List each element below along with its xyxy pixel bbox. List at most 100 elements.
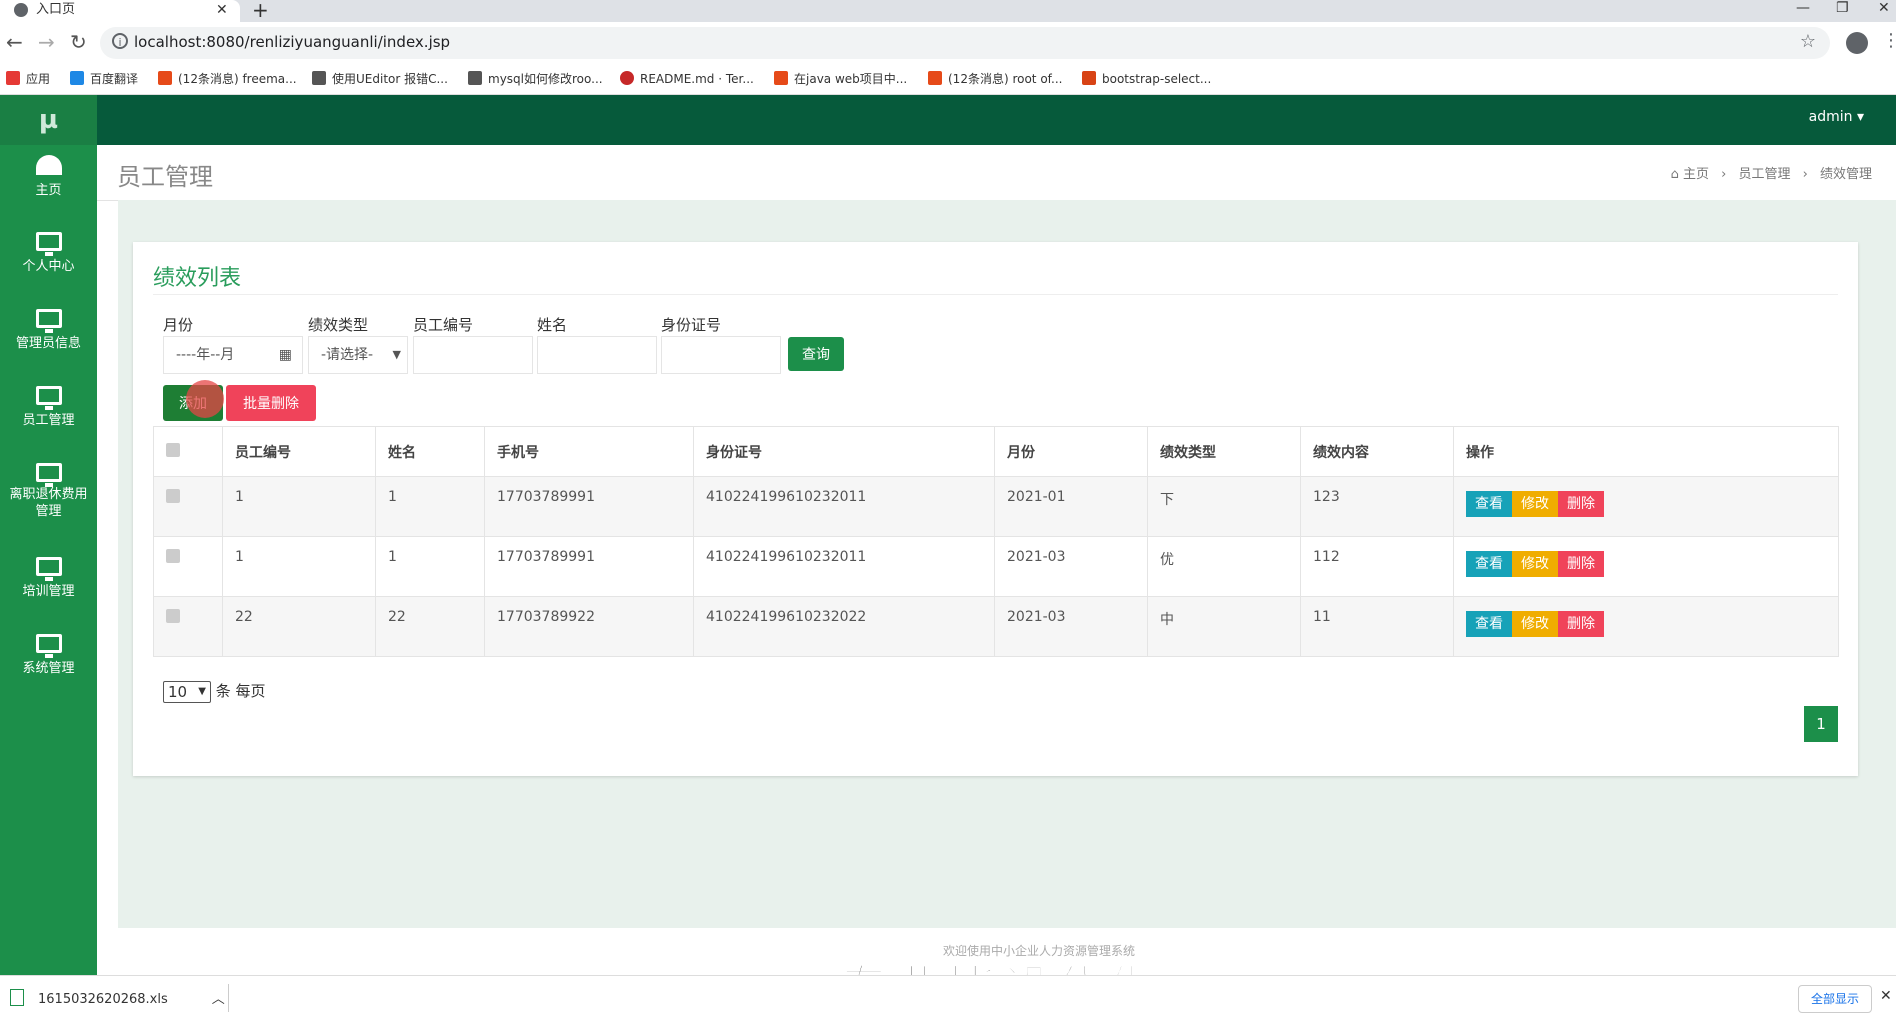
- edit-button[interactable]: 修改: [1512, 491, 1558, 517]
- bookmark-apps[interactable]: 应用: [6, 70, 50, 88]
- divider: [228, 984, 229, 1012]
- bookmark-item[interactable]: 在java web项目中...: [774, 70, 907, 88]
- chevron-down-icon: ▼: [198, 685, 206, 697]
- table-header-row: 员工编号 姓名 手机号 身份证号 月份 绩效类型 绩效内容 操作: [153, 426, 1839, 477]
- breadcrumb-employee[interactable]: 员工管理: [1738, 167, 1790, 182]
- cell-idcard: 410224199610232022: [693, 596, 995, 657]
- delete-button[interactable]: 删除: [1558, 551, 1604, 577]
- col-header: 绩效内容: [1300, 426, 1454, 477]
- batch-delete-button[interactable]: 批量删除: [226, 385, 316, 421]
- page-size-select[interactable]: 10 ▼: [163, 680, 211, 703]
- bookmark-item[interactable]: (12条消息) root of...: [928, 70, 1062, 88]
- globe-icon: [14, 3, 28, 17]
- view-button[interactable]: 查看: [1466, 611, 1512, 637]
- address-bar[interactable]: i localhost:8080/renliziyuanguanli/index…: [100, 27, 1830, 59]
- download-item[interactable]: 1615032620268.xls ︿: [10, 988, 225, 1007]
- monitor-icon: [35, 309, 62, 333]
- page-number-button[interactable]: 1: [1804, 706, 1838, 742]
- browser-tab[interactable]: 入口页 ✕: [0, 0, 240, 22]
- bookmark-item[interactable]: (12条消息) freema...: [158, 70, 297, 88]
- cell-month: 2021-03: [994, 536, 1148, 597]
- card-title: 绩效列表: [153, 266, 242, 291]
- window-close-button[interactable]: ✕: [1878, 0, 1890, 16]
- col-header: 手机号: [484, 426, 694, 477]
- back-arrow-icon[interactable]: ←: [6, 30, 23, 54]
- sidebar-item-admin-info[interactable]: 管理员信息: [0, 309, 97, 351]
- monitor-icon: [35, 557, 62, 581]
- forward-arrow-icon[interactable]: →: [38, 30, 55, 54]
- month-input[interactable]: ----年--月 ▦: [163, 336, 303, 374]
- monitor-icon: [35, 232, 62, 256]
- breadcrumb-home[interactable]: ⌂ 主页: [1671, 167, 1709, 182]
- url-text[interactable]: localhost:8080/renliziyuanguanli/index.j…: [134, 33, 450, 51]
- bookmark-item[interactable]: mysql如何修改roo...: [468, 70, 603, 88]
- cell-idcard: 410224199610232011: [693, 476, 995, 537]
- id-input[interactable]: [661, 336, 781, 374]
- sidebar-item-system[interactable]: 系统管理: [0, 634, 97, 676]
- sidebar-item-employee[interactable]: 员工管理: [0, 386, 97, 428]
- cell-name: 22: [375, 596, 485, 657]
- reload-icon[interactable]: ↻: [70, 30, 87, 54]
- sidebar-item-training[interactable]: 培训管理: [0, 557, 97, 599]
- browser-menu-icon[interactable]: ⋮: [1882, 30, 1896, 51]
- view-button[interactable]: 查看: [1466, 491, 1512, 517]
- table-row: 22 22 17703789922 410224199610232022 202…: [153, 596, 1839, 657]
- cell-actions: 查看 修改 删除: [1453, 596, 1839, 657]
- bookmark-item[interactable]: README.md · Ter...: [620, 70, 754, 88]
- query-button[interactable]: 查询: [788, 337, 844, 371]
- select-all-cell: [153, 426, 223, 477]
- cell-empno: 22: [222, 596, 376, 657]
- show-all-downloads-button[interactable]: 全部显示: [1798, 985, 1872, 1013]
- restore-button[interactable]: ❐: [1836, 0, 1849, 16]
- view-button[interactable]: 查看: [1466, 551, 1512, 577]
- table-row: 1 1 17703789991 410224199610232011 2021-…: [153, 476, 1839, 537]
- site-icon: [1082, 71, 1096, 85]
- download-bar: 1615032620268.xls ︿ 全部显示 ✕: [0, 975, 1896, 1021]
- row-select-cell: [153, 596, 223, 657]
- bookmark-item[interactable]: bootstrap-select...: [1082, 70, 1211, 88]
- type-select[interactable]: -请选择- ▼: [308, 336, 408, 374]
- bookmarks-bar: 应用 百度翻译 (12条消息) freema... 使用UEditor 报错C.…: [0, 64, 1896, 95]
- top-navbar: admin ▾: [97, 95, 1896, 145]
- edit-button[interactable]: 修改: [1512, 611, 1558, 637]
- breadcrumb-performance: 绩效管理: [1819, 167, 1872, 182]
- table-row: 1 1 17703789991 410224199610232011 2021-…: [153, 536, 1839, 597]
- sidebar-item-retirement[interactable]: 离职退休费用管理: [0, 463, 97, 520]
- select-all-checkbox[interactable]: [166, 442, 180, 457]
- calendar-icon[interactable]: ▦: [279, 337, 292, 373]
- delete-button[interactable]: 删除: [1558, 611, 1604, 637]
- row-checkbox[interactable]: [166, 609, 180, 623]
- monitor-icon: [35, 386, 62, 410]
- delete-button[interactable]: 删除: [1558, 491, 1604, 517]
- new-tab-button[interactable]: +: [252, 0, 269, 22]
- chevron-up-icon[interactable]: ︿: [212, 992, 225, 1007]
- col-header: 姓名: [375, 426, 485, 477]
- csdn-icon: [774, 71, 788, 85]
- browser-tab-strip: 入口页 ✕ + — ❐ ✕: [0, 0, 1896, 22]
- cell-actions: 查看 修改 删除: [1453, 536, 1839, 597]
- close-download-bar-icon[interactable]: ✕: [1880, 988, 1892, 1004]
- csdn-icon: [928, 71, 942, 85]
- bookmark-star-icon[interactable]: ☆: [1800, 31, 1816, 52]
- tab-close-icon[interactable]: ✕: [216, 0, 228, 20]
- performance-table: 员工编号 姓名 手机号 身份证号 月份 绩效类型 绩效内容 操作 1 1 177…: [153, 426, 1839, 657]
- edit-button[interactable]: 修改: [1512, 551, 1558, 577]
- sidebar-item-home[interactable]: 主页: [0, 155, 97, 198]
- cell-name: 1: [375, 476, 485, 537]
- cell-phone: 17703789922: [484, 596, 694, 657]
- cell-month: 2021-03: [994, 596, 1148, 657]
- cell-empno: 1: [222, 536, 376, 597]
- info-icon[interactable]: i: [112, 33, 128, 49]
- row-checkbox[interactable]: [166, 489, 180, 503]
- minimize-button[interactable]: —: [1796, 0, 1810, 16]
- bookmark-item[interactable]: 使用UEditor 报错C...: [312, 70, 448, 88]
- cursor-highlight: [186, 380, 224, 418]
- baidu-translate-icon: [70, 71, 84, 85]
- name-input[interactable]: [537, 336, 657, 374]
- empno-input[interactable]: [413, 336, 533, 374]
- row-checkbox[interactable]: [166, 549, 180, 563]
- user-menu[interactable]: admin ▾: [1809, 109, 1864, 125]
- bookmark-item[interactable]: 百度翻译: [70, 70, 138, 88]
- profile-avatar-icon[interactable]: [1846, 32, 1868, 54]
- sidebar-item-profile[interactable]: 个人中心: [0, 232, 97, 274]
